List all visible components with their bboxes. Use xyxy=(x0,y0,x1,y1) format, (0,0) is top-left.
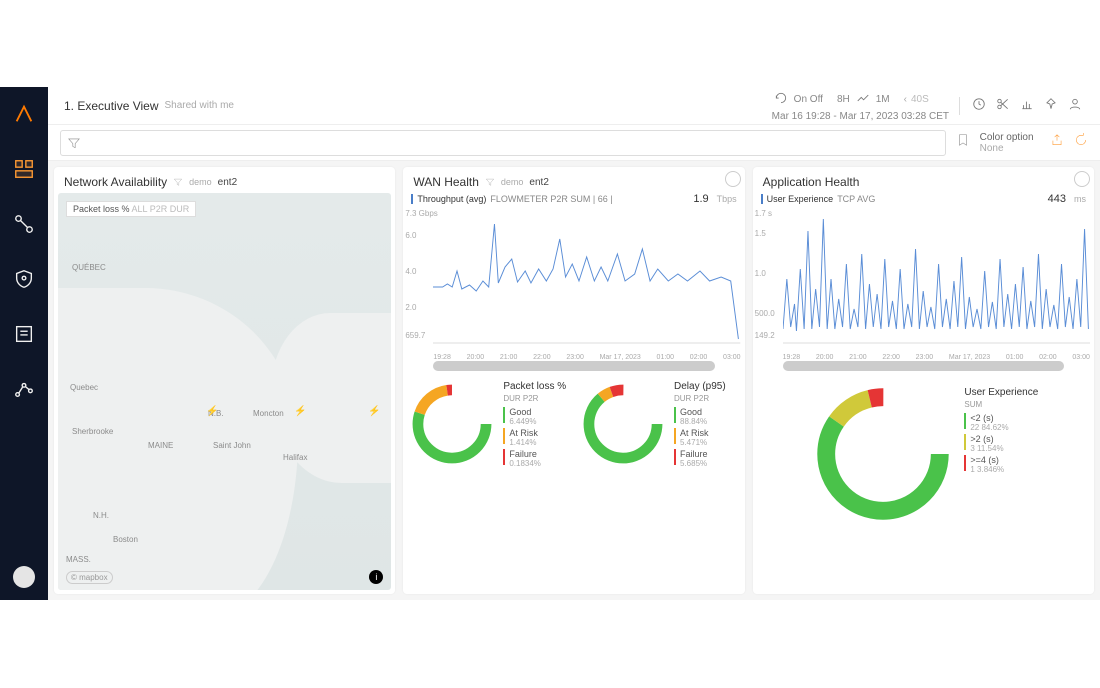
pin-icon[interactable] xyxy=(1042,95,1060,116)
user-experience-chart[interactable]: 1.7 s 1.5 1.0 500.0 149.2 19:2820:0021:0… xyxy=(753,209,1094,359)
dashboard-icon[interactable] xyxy=(13,158,35,185)
filter-icon xyxy=(67,136,81,150)
color-option[interactable]: Color option None xyxy=(980,132,1034,154)
filter-icon[interactable] xyxy=(173,177,183,187)
user-avatar[interactable] xyxy=(13,566,35,588)
logo-icon xyxy=(13,103,35,130)
bookmark-button[interactable] xyxy=(956,133,970,152)
refresh-icon[interactable] xyxy=(772,89,790,111)
map[interactable]: Packet loss % ALL P2R DUR QUÉBEC Quebec … xyxy=(58,193,391,590)
packet-loss-donut[interactable] xyxy=(407,379,497,469)
security-icon[interactable] xyxy=(13,268,35,295)
map-info-button[interactable]: i xyxy=(369,570,383,584)
flows-icon[interactable] xyxy=(13,213,35,240)
panel-wan-health: WAN Health demo ent2 Throughput (avg) FL… xyxy=(403,167,744,594)
scissors-icon[interactable] xyxy=(994,95,1012,116)
reload-icon[interactable] xyxy=(1074,133,1088,147)
map-badge: Packet loss % ALL P2R DUR xyxy=(66,201,196,217)
user-experience-donut[interactable] xyxy=(808,379,958,529)
filter-icon[interactable] xyxy=(485,177,495,187)
range-1m[interactable]: 1M xyxy=(876,94,890,106)
refresh-toggle[interactable]: On Off xyxy=(794,94,823,106)
trend-icon xyxy=(854,89,872,111)
chart-scrollbar[interactable] xyxy=(783,361,1064,371)
chart-scrollbar[interactable] xyxy=(433,361,714,371)
date-range: Mar 16 19:28 - Mar 17, 2023 03:28 CET xyxy=(772,111,949,123)
page-title: 1. Executive View xyxy=(64,99,159,113)
throughput-chart[interactable]: 7.3 Gbps 6.0 4.0 2.0 659.7 19:2820:0021:… xyxy=(403,209,744,359)
user-icon[interactable] xyxy=(1066,95,1084,116)
clock-icon[interactable] xyxy=(970,95,988,116)
filter-row: Color option None xyxy=(48,125,1100,161)
panel-application-health: Application Health User Experience TCP A… xyxy=(753,167,1094,594)
filter-input[interactable] xyxy=(60,130,946,156)
range-40s[interactable]: 40S xyxy=(911,94,929,106)
panel-title: WAN Health xyxy=(413,175,479,189)
mapbox-attribution: © mapbox xyxy=(66,571,113,584)
sidebar xyxy=(0,87,48,600)
export-icon[interactable] xyxy=(1050,133,1064,147)
range-8h[interactable]: 8H xyxy=(837,94,850,106)
chart-icon[interactable] xyxy=(1018,95,1036,116)
topbar: 1. Executive View Shared with me On Off … xyxy=(48,87,1100,125)
reports-icon[interactable] xyxy=(13,323,35,350)
panel-menu-button[interactable] xyxy=(725,171,741,187)
panel-title: Network Availability xyxy=(64,175,167,189)
panel-title: Application Health xyxy=(763,175,860,189)
panel-menu-button[interactable] xyxy=(1074,171,1090,187)
delay-donut[interactable] xyxy=(578,379,668,469)
analytics-icon[interactable] xyxy=(13,378,35,405)
panel-network-availability: Network Availability demo ent2 Packet lo… xyxy=(54,167,395,594)
shared-label: Shared with me xyxy=(165,100,234,111)
